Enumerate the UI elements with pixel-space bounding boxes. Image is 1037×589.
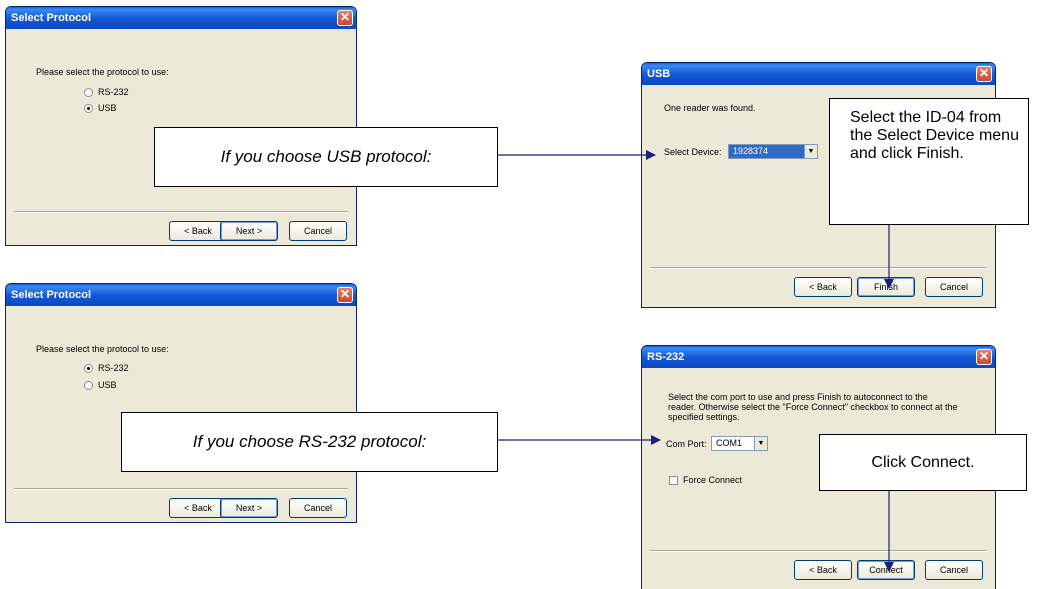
close-icon[interactable]: ✕ [337,10,353,26]
back-button[interactable]: < Back [169,498,227,518]
dialog-titlebar: Select Protocol ✕ [6,7,356,29]
next-button[interactable]: Next > [220,498,278,518]
force-connect-label: Force Connect [683,475,743,485]
select-device-label: Select Device: [664,147,722,157]
rs232-message: Select the com port to use and press Fin… [668,392,958,422]
radio-usb[interactable]: USB [84,380,117,390]
radio-label: USB [98,103,117,113]
separator [650,267,987,269]
radio-usb[interactable]: USB [84,103,117,113]
radio-label: USB [98,380,117,390]
com-port-value: COM1 [716,438,743,448]
close-icon[interactable]: ✕ [976,66,992,82]
separator [650,550,987,552]
radio-button[interactable] [84,363,93,373]
close-icon[interactable]: ✕ [337,287,353,303]
com-port-label: Com Port: [666,439,707,449]
select-device-dropdown[interactable]: 1928374 ▼ [728,144,818,159]
cancel-button[interactable]: Cancel [925,560,983,580]
separator [14,211,348,213]
dialog-titlebar: Select Protocol ✕ [6,284,356,306]
cancel-button[interactable]: Cancel [289,221,347,241]
radio-button[interactable] [84,87,93,97]
checkbox-box[interactable] [669,475,678,485]
dialog-title: USB [647,68,671,80]
dialog-titlebar: RS-232 ✕ [642,346,995,368]
rs232-instruction-callout: Click Connect. [819,434,1027,491]
finish-button[interactable]: Finish [857,277,915,297]
protocol-prompt: Please select the protocol to use: [36,67,169,77]
radio-button[interactable] [84,103,93,113]
usb-instruction-callout: Select the ID-04 from the Select Device … [829,98,1029,225]
back-button[interactable]: < Back [794,560,852,580]
separator [14,488,348,490]
com-port-dropdown[interactable]: COM1 ▼ [711,436,768,451]
usb-protocol-callout: If you choose USB protocol: [154,127,498,187]
cancel-button[interactable]: Cancel [925,277,983,297]
chevron-down-icon[interactable]: ▼ [804,145,817,158]
protocol-prompt: Please select the protocol to use: [36,344,169,354]
radio-rs232[interactable]: RS-232 [84,87,129,97]
cancel-button[interactable]: Cancel [289,498,347,518]
back-button[interactable]: < Back [169,221,227,241]
usb-message: One reader was found. [664,103,756,113]
select-device-value: 1928374 [729,145,804,158]
radio-label: RS-232 [98,363,129,373]
connect-button[interactable]: Connect [857,560,915,580]
back-button[interactable]: < Back [794,277,852,297]
rs232-protocol-callout: If you choose RS-232 protocol: [121,412,498,472]
close-icon[interactable]: ✕ [976,349,992,365]
radio-button[interactable] [84,380,93,390]
dialog-title: Select Protocol [11,12,92,24]
radio-label: RS-232 [98,87,129,97]
select-protocol-dialog-rs232: Select Protocol ✕ Please select the prot… [5,283,357,523]
dialog-title: Select Protocol [11,289,92,301]
chevron-down-icon[interactable]: ▼ [754,437,767,450]
dialog-title: RS-232 [647,351,685,363]
force-connect-checkbox[interactable]: Force Connect [669,475,742,485]
dialog-titlebar: USB ✕ [642,63,995,85]
radio-rs232[interactable]: RS-232 [84,363,129,373]
next-button[interactable]: Next > [220,221,278,241]
select-protocol-dialog-usb: Select Protocol ✕ Please select the prot… [5,6,357,246]
